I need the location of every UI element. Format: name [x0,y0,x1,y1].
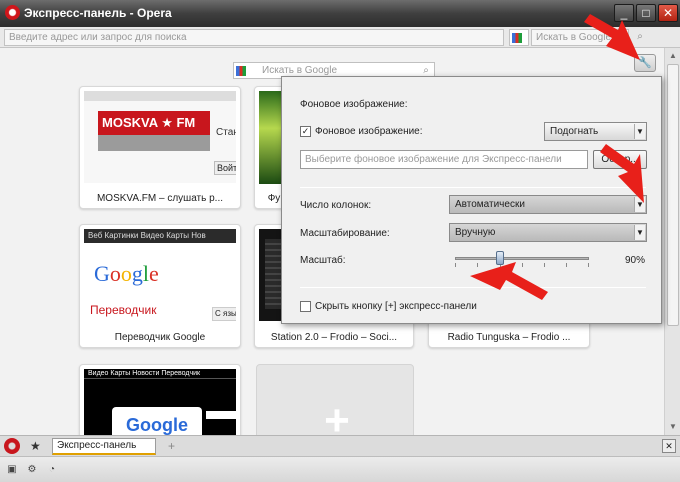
tile-caption: Переводчик Google [114,332,206,343]
scale-value: 90% [625,255,646,266]
add-speed-dial-button[interactable]: + [256,364,414,445]
scaling-select[interactable]: Вручную ▼ [449,223,647,242]
google-icon [512,33,522,43]
search-icon[interactable]: ⌕ [632,30,648,45]
browse-button[interactable]: Обзор... [593,150,647,169]
scaling-label: Масштабирование: [300,228,390,239]
tile-caption: Station 2.0 – Frodio – Soci... [270,332,398,343]
title-bar: Экспресс-панель - Opera _ □ ✕ [0,0,680,27]
star-icon[interactable]: ★ [30,439,41,453]
search-input[interactable]: Искать в Google [531,29,629,46]
hide-add-button-label: Скрыть кнопку [+] экспресс-панели [315,301,477,312]
tile-thumbnail: Видео Карты Новости Переводчик Google [84,369,236,438]
speed-dial-settings-popup: Фоновое изображение: ✓ Фоновое изображен… [281,76,662,324]
divider [300,187,646,188]
google-logo: Google [94,261,159,286]
columns-select[interactable]: Автоматически ▼ [449,195,647,214]
opera-menu-icon[interactable] [4,438,20,454]
background-image-path-input[interactable]: Выберите фоновое изображение для Экспрес… [300,150,588,169]
address-toolbar: Введите адрес или запрос для поиска Иска… [0,27,680,48]
close-button[interactable]: ✕ [658,4,678,22]
vertical-scrollbar[interactable]: ▲ ▼ [664,48,680,435]
divider [300,287,646,288]
maximize-button[interactable]: □ [636,4,656,22]
google-icon [236,66,246,76]
background-image-checkbox[interactable]: ✓ [300,126,311,137]
tile-thumbnail: Веб Картинки Видео Карты Нов Google Пере… [84,229,236,321]
tile-caption: Radio Tunguska – Frodio ... [447,332,571,343]
scroll-up-arrow-icon[interactable]: ▲ [667,50,679,62]
chevron-down-icon: ▼ [634,124,645,139]
panel-toggle-icon[interactable]: ▣ [6,464,18,476]
opera-logo-icon[interactable] [5,5,20,20]
new-tab-button[interactable]: + [168,439,175,453]
window-title: Экспресс-панель - Opera [24,6,172,20]
scale-slider-track[interactable] [455,257,589,260]
speed-dial-tile-google-translate[interactable]: Веб Картинки Видео Карты Нов Google Пере… [79,224,241,348]
tile-caption: MOSKVA.FM – слушать р... [96,193,224,204]
minimize-button[interactable]: _ [614,4,634,22]
moskva-fm-logo: MOSKVA ★ FM [98,111,210,135]
unite-icon[interactable]: ◔ [46,464,58,476]
fit-select[interactable]: Подогнать ▼ [544,122,647,141]
tile-thumbnail: MOSKVA ★ FM Стан Войт [84,91,236,183]
scale-label: Масштаб: [300,255,346,266]
address-input[interactable]: Введите адрес или запрос для поиска [4,29,504,46]
close-tab-icon[interactable]: ✕ [662,439,676,453]
scale-slider-thumb[interactable] [496,251,504,265]
speed-dial-tile-moskva[interactable]: MOSKVA ★ FM Стан Войт MOSKVA.FM – слушат… [79,86,241,209]
search-engine-selector[interactable] [509,29,529,46]
status-bar: ▣ ⚙ ◔ [0,456,680,482]
chevron-down-icon: ▼ [634,225,645,240]
tab-speed-dial[interactable]: Экспресс-панель [52,438,156,455]
background-section-title: Фоновое изображение: [300,99,408,110]
scrollbar-thumb[interactable] [667,64,679,326]
hide-add-button-checkbox[interactable] [300,301,311,312]
plus-icon: + [324,396,350,445]
background-image-label: Фоновое изображение: [315,126,423,137]
scroll-down-arrow-icon[interactable]: ▼ [667,421,679,433]
chevron-down-icon: ▼ [634,197,645,212]
turbo-icon[interactable]: ⚙ [26,464,38,476]
wrench-icon[interactable]: 🔧 [634,54,656,72]
tab-bar: ★ Экспресс-панель + ✕ [0,435,680,456]
speed-dial-tile-google-logo[interactable]: Видео Карты Новости Переводчик Google [79,364,241,439]
columns-label: Число колонок: [300,200,372,211]
